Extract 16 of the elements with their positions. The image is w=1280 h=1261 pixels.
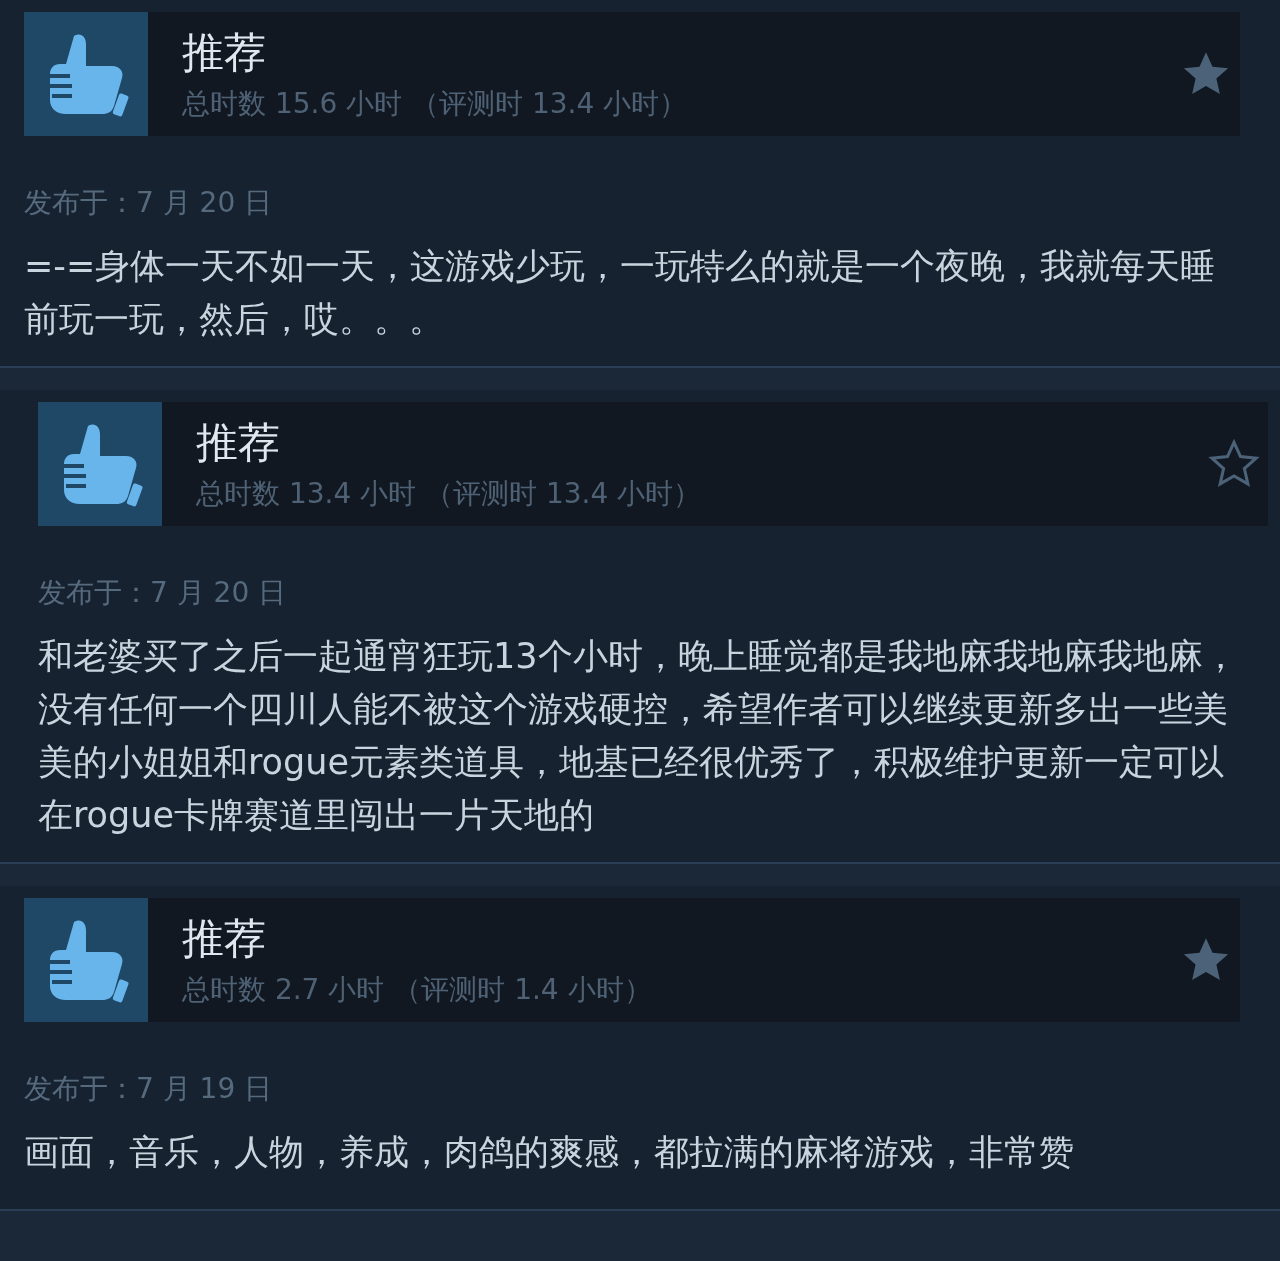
review-verdict: 推荐 [182,27,267,79]
thumbs-up-icon [38,402,162,526]
post-date: 发布于：7 月 20 日 [24,185,274,221]
review-verdict: 推荐 [196,417,281,469]
post-date: 发布于：7 月 19 日 [24,1071,274,1107]
post-date: 发布于：7 月 20 日 [38,575,288,611]
award-star-icon[interactable] [1208,438,1260,490]
playtime-text: 总时数 2.7 小时 （评测时 1.4 小时） [182,972,653,1008]
playtime-text: 总时数 15.6 小时 （评测时 13.4 小时） [182,86,689,122]
thumbs-up-icon [24,12,148,136]
review-verdict: 推荐 [182,913,267,965]
thumbs-up-icon [24,898,148,1022]
playtime-text: 总时数 13.4 小时 （评测时 13.4 小时） [196,476,703,512]
review-text: 和老婆买了之后一起通宵狂玩13个小时，晚上睡觉都是我地麻我地麻我地麻，没有任何一个四川人能不被这个游戏硬控，希望作者可以继续更新多出一些美美的小姐姐和rogue元素类道具，地基已经很优秀了，积极维护更新一定可以在rogue卡牌赛道里闯出一片天地的 [38,635,1239,837]
review-text: 画面，音乐，人物，养成，肉鸽的爽感，都拉满的麻将游戏，非常赞 [24,1131,1075,1174]
review-text: =-=身体一天不如一天，这游戏少玩，一玩特么的就是一个夜晚，我就每天睡前玩一玩，然后，哎。。。 [24,245,1217,341]
